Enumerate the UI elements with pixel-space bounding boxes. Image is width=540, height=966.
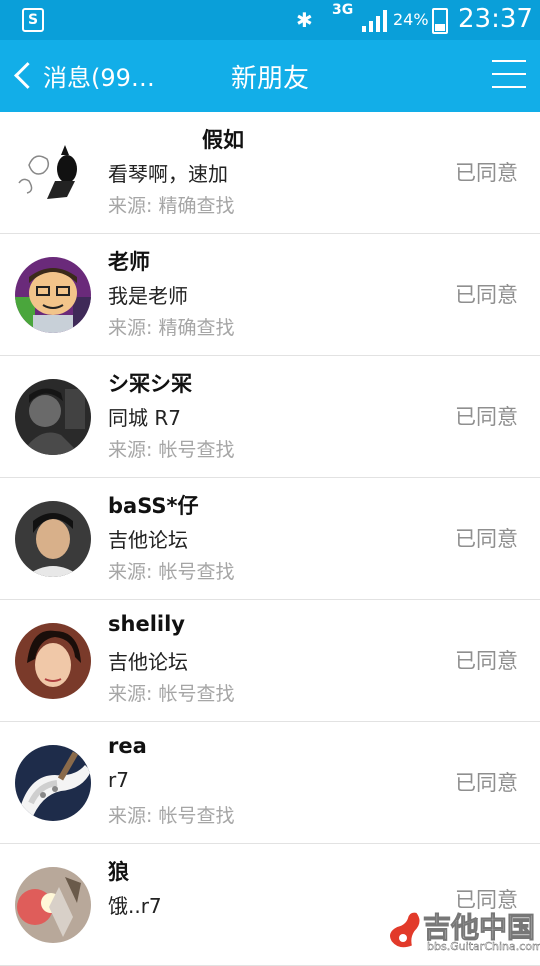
status-label: 已同意: [455, 649, 518, 673]
guitar-logo-icon: [388, 910, 422, 950]
app-notification-icon: S: [22, 8, 44, 32]
friend-message: 看琴啊，速加: [108, 162, 228, 186]
watermark: 吉他中国 bbs.GuitarChina.com: [387, 902, 540, 958]
battery-percent: 24%: [393, 10, 429, 29]
status-label: 已同意: [455, 405, 518, 429]
friend-message: 吉他论坛: [108, 528, 188, 552]
friend-request-row[interactable]: baSS*仔 吉他论坛 来源: 帐号查找 已同意: [0, 478, 540, 600]
status-label: 已同意: [455, 527, 518, 551]
friend-request-row[interactable]: シ冞シ冞 同城 R7 来源: 帐号查找 已同意: [0, 356, 540, 478]
friend-name: 假如: [202, 128, 244, 152]
friend-name: rea: [108, 734, 147, 758]
page-title: 新朋友: [230, 64, 309, 94]
menu-icon: [492, 60, 526, 62]
avatar[interactable]: [15, 745, 91, 821]
friend-request-list: 假如 看琴啊，速加 来源: 精确查找 已同意 老师 我是老师 来源: 精确查找 …: [0, 112, 540, 966]
friend-request-row[interactable]: rea r7 来源: 帐号查找 已同意: [0, 722, 540, 844]
status-label: 已同意: [455, 283, 518, 307]
watermark-url: bbs.GuitarChina.com: [427, 940, 540, 953]
friend-source: 来源: 帐号查找: [108, 805, 235, 827]
avatar[interactable]: [15, 379, 91, 455]
avatar[interactable]: [15, 501, 91, 577]
friend-message: 饿..r7: [108, 894, 162, 918]
friend-name: シ冞シ冞: [108, 372, 192, 396]
clock: 23:37: [458, 4, 533, 34]
network-type: 3G: [332, 2, 354, 18]
friend-message: 吉他论坛: [108, 650, 188, 674]
status-label: 已同意: [455, 161, 518, 185]
friend-source: 来源: 帐号查找: [108, 439, 235, 461]
status-bar: S ✱ 3G 24% 23:37: [0, 0, 540, 40]
friend-request-row[interactable]: 假如 看琴啊，速加 来源: 精确查找 已同意: [0, 112, 540, 234]
battery-icon: [432, 8, 448, 34]
friend-source: 来源: 帐号查找: [108, 683, 235, 705]
bluetooth-icon: ✱: [296, 8, 313, 32]
friend-source: 来源: 精确查找: [108, 195, 235, 217]
signal-icon: [362, 10, 387, 32]
avatar[interactable]: [15, 135, 91, 211]
avatar[interactable]: [15, 867, 91, 943]
title-bar: 消息(99… 新朋友: [0, 40, 540, 112]
friend-request-row[interactable]: shelily 吉他论坛 来源: 帐号查找 已同意: [0, 600, 540, 722]
friend-name: baSS*仔: [108, 494, 199, 518]
friend-source: 来源: 精确查找: [108, 317, 235, 339]
avatar[interactable]: [15, 257, 91, 333]
avatar[interactable]: [15, 623, 91, 699]
friend-message: r7: [108, 768, 129, 792]
friend-request-row[interactable]: 老师 我是老师 来源: 精确查找 已同意: [0, 234, 540, 356]
friend-name: 老师: [108, 250, 150, 274]
friend-name: shelily: [108, 612, 185, 636]
status-label: 已同意: [455, 771, 518, 795]
friend-name: 狼: [108, 860, 129, 884]
friend-message: 我是老师: [108, 284, 188, 308]
friend-message: 同城 R7: [108, 406, 181, 430]
friend-source: 来源: 帐号查找: [108, 561, 235, 583]
menu-button[interactable]: [492, 60, 526, 90]
